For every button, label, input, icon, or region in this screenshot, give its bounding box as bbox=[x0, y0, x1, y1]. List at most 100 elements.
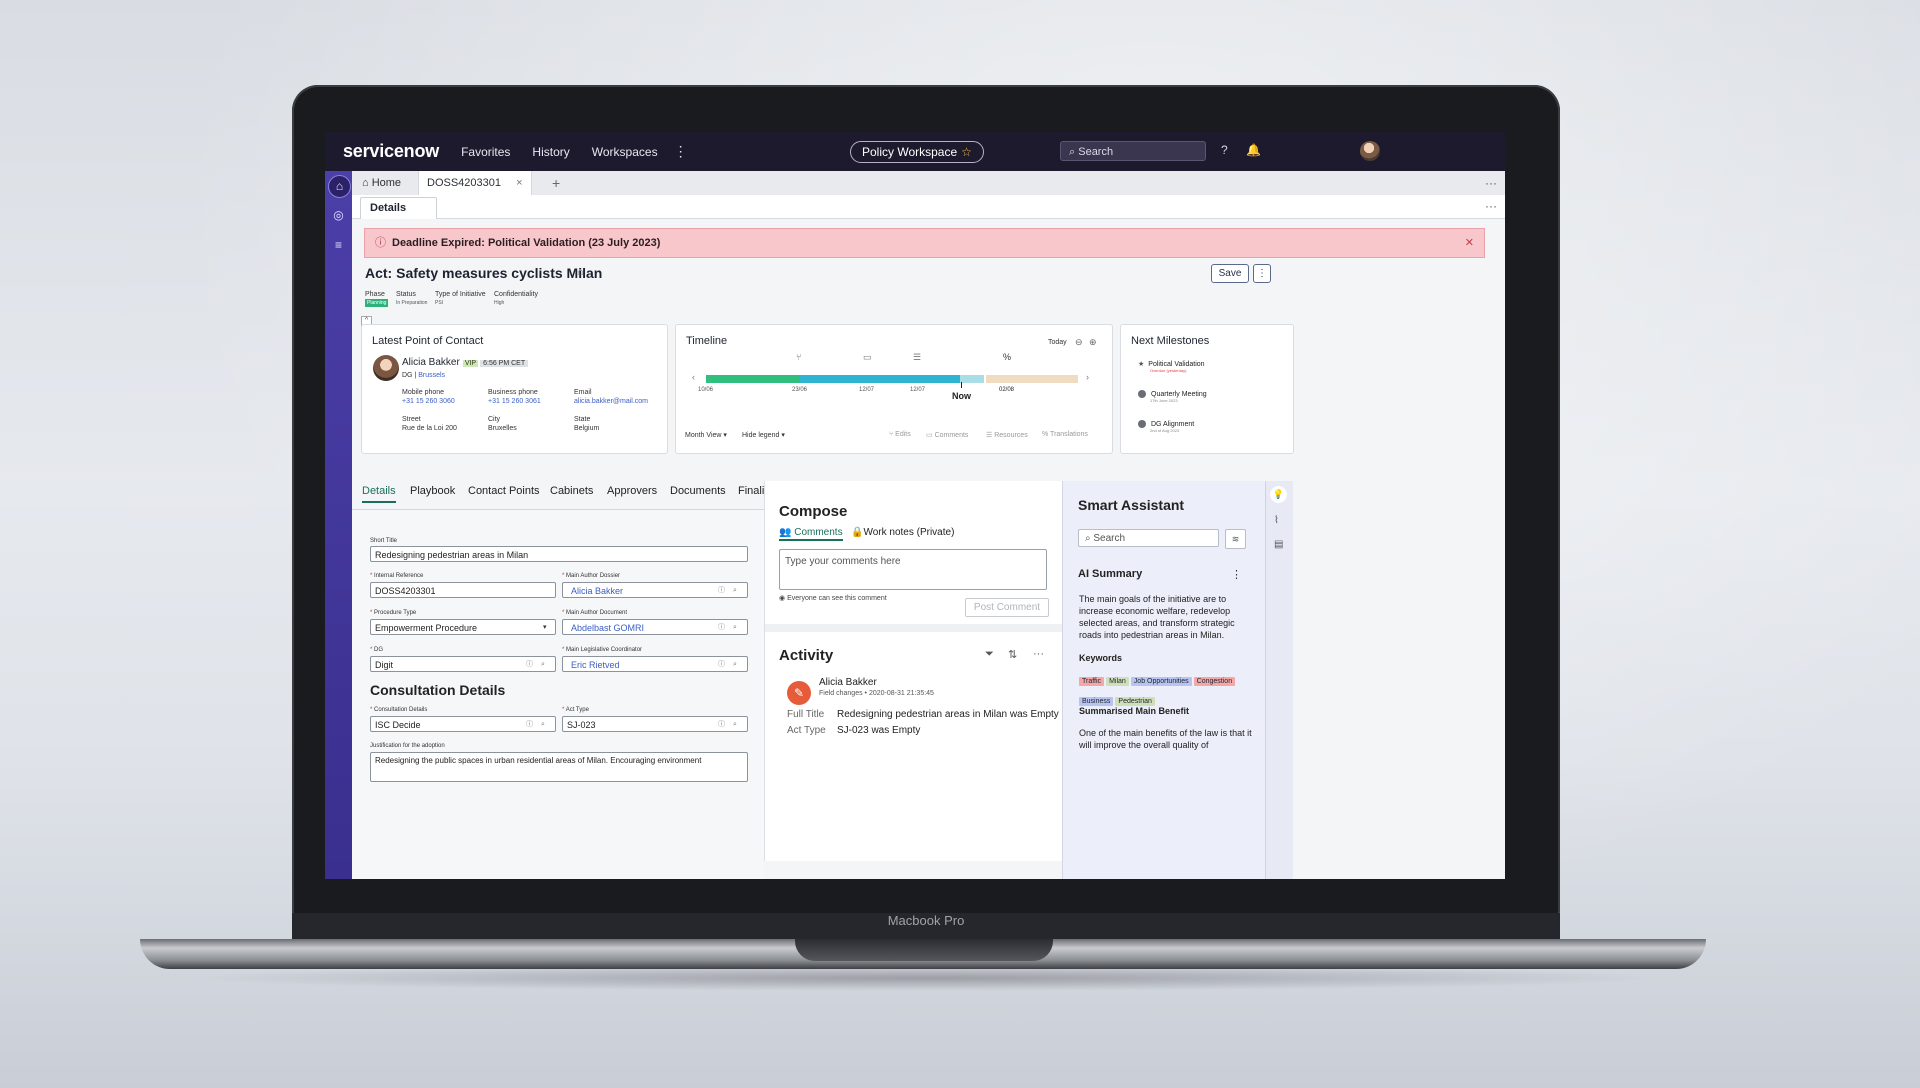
lookup-search-icon[interactable]: ⌕ bbox=[541, 717, 545, 733]
nav-history[interactable]: History bbox=[532, 145, 569, 159]
new-tab-icon[interactable]: + bbox=[552, 171, 560, 195]
tag-icon[interactable]: ⌂ bbox=[577, 266, 584, 278]
sort-icon[interactable]: ⇅ bbox=[1008, 648, 1017, 661]
tab-contact-points[interactable]: Contact Points bbox=[468, 485, 540, 497]
timeline-comment-icon[interactable]: ▭ bbox=[863, 352, 872, 363]
comments-tab[interactable]: 👥 Comments bbox=[779, 527, 843, 541]
tab-cabinets[interactable]: Cabinets bbox=[550, 485, 593, 497]
legend-edits[interactable]: ⑂ Edits bbox=[889, 431, 911, 438]
tab-playbook[interactable]: Playbook bbox=[410, 485, 455, 497]
business-phone-link[interactable]: +31 15 260 3061 bbox=[488, 398, 541, 405]
milestone-item[interactable]: ★ Political Validation Overdue (yesterday… bbox=[1138, 360, 1205, 373]
timeline-doc-icon[interactable]: ☰ bbox=[913, 352, 921, 363]
servicenow-logo[interactable]: servicenow bbox=[343, 141, 439, 162]
lookup-search-icon[interactable]: ⌕ bbox=[733, 583, 737, 599]
milestone-item[interactable]: DG Alignment 2nd of Aug 2023 bbox=[1138, 420, 1194, 433]
list-icon[interactable]: ≡ bbox=[331, 238, 346, 253]
milestone-item[interactable]: Quarterly Meeting 17th June 2023 bbox=[1138, 390, 1207, 403]
filter-icon[interactable]: ⏷ bbox=[985, 648, 994, 661]
contact-name[interactable]: Alicia Bakker bbox=[402, 357, 460, 368]
justification-textarea[interactable]: Redesigning the public spaces in urban r… bbox=[370, 752, 748, 782]
ai-summary-more-icon[interactable]: ⋮ bbox=[1231, 568, 1242, 581]
timeline-next-icon[interactable]: › bbox=[1086, 372, 1089, 382]
lookup-search-icon[interactable]: ⌕ bbox=[733, 620, 737, 636]
lookup-search-icon[interactable]: ⌕ bbox=[733, 657, 737, 673]
close-tab-icon[interactable]: × bbox=[516, 177, 522, 189]
lookup-search-icon[interactable]: ⌕ bbox=[733, 717, 737, 733]
timeline-merge-icon[interactable]: ⑂ bbox=[796, 352, 801, 362]
user-avatar[interactable] bbox=[1360, 141, 1380, 161]
tab-documents[interactable]: Documents bbox=[670, 485, 726, 497]
month-view-dropdown[interactable]: Month View ▾ bbox=[685, 431, 727, 439]
coordinator-input[interactable]: Eric Rietved ⓘ ⌕ bbox=[562, 656, 748, 672]
info-icon[interactable]: ⓘ bbox=[718, 583, 725, 599]
info-icon[interactable]: ⓘ bbox=[718, 657, 725, 673]
hide-legend-dropdown[interactable]: Hide legend ▾ bbox=[742, 431, 785, 439]
timeline-segment-green[interactable] bbox=[706, 375, 800, 383]
act-type-input[interactable]: SJ-023 ⓘ ⌕ bbox=[562, 716, 748, 732]
workspace-pill[interactable]: Policy Workspace ☆ bbox=[850, 141, 984, 163]
legend-translations[interactable]: % Translations bbox=[1042, 431, 1088, 438]
help-icon[interactable]: ? bbox=[1221, 143, 1228, 157]
zoom-in-icon[interactable]: ⊕ bbox=[1089, 337, 1097, 348]
nav-favorites[interactable]: Favorites bbox=[461, 145, 510, 159]
keyword-chip[interactable]: Business bbox=[1079, 697, 1114, 706]
legend-comments[interactable]: ▭ Comments bbox=[926, 431, 968, 439]
nav-workspaces[interactable]: Workspaces bbox=[592, 145, 658, 159]
timeline-segment-blue[interactable] bbox=[800, 375, 960, 383]
info-icon[interactable]: ⓘ bbox=[718, 717, 725, 733]
save-button[interactable]: Save bbox=[1211, 264, 1249, 283]
assistant-search-input[interactable]: ⌕ Search bbox=[1078, 529, 1219, 547]
timeline-prev-icon[interactable]: ‹ bbox=[692, 372, 695, 382]
comment-textarea[interactable]: Type your comments here bbox=[779, 549, 1047, 590]
global-search-input[interactable]: ⌕ Search bbox=[1060, 141, 1206, 161]
record-more-button[interactable]: ⋮ bbox=[1253, 264, 1271, 283]
dashboard-icon[interactable]: ◎ bbox=[331, 208, 346, 223]
info-icon[interactable]: ⓘ bbox=[718, 620, 725, 636]
bell-icon[interactable]: 🔔 bbox=[1246, 143, 1261, 157]
timeline-segment-future[interactable] bbox=[986, 375, 1078, 383]
subtab-details[interactable]: Details bbox=[360, 197, 438, 219]
email-link[interactable]: alicia.bakker@mail.com bbox=[574, 398, 648, 405]
keyword-chip[interactable]: Milan bbox=[1106, 677, 1129, 686]
main-author-document-input[interactable]: Abdelbast GOMRI ⓘ ⌕ bbox=[562, 619, 748, 635]
internal-ref-input[interactable]: DOSS4203301 bbox=[370, 582, 556, 598]
zoom-out-icon[interactable]: ⊖ bbox=[1075, 337, 1083, 348]
document-icon[interactable]: ▤ bbox=[1274, 539, 1283, 550]
subtab-more-icon[interactable]: ··· bbox=[1485, 199, 1497, 213]
procedure-type-select[interactable]: Empowerment Procedure ▾ bbox=[370, 619, 556, 635]
keyword-chip[interactable]: Job Opportunities bbox=[1130, 677, 1192, 686]
main-author-dossier-input[interactable]: Alicia Bakker ⓘ ⌕ bbox=[562, 582, 748, 598]
lightbulb-icon[interactable]: 💡 bbox=[1270, 486, 1287, 503]
lookup-search-icon[interactable]: ⌕ bbox=[541, 657, 545, 673]
timeline-segment-light[interactable] bbox=[960, 375, 984, 383]
tab-details[interactable]: Details bbox=[362, 485, 396, 503]
tab-record[interactable]: DOSS4203301 × bbox=[418, 171, 532, 195]
contact-city-link[interactable]: Brussels bbox=[418, 372, 445, 379]
keyword-chip[interactable]: Traffic bbox=[1079, 677, 1105, 686]
close-alert-icon[interactable]: ✕ bbox=[1465, 229, 1474, 257]
info-icon[interactable]: ⓘ bbox=[526, 657, 533, 673]
work-notes-tab[interactable]: 🔒Work notes (Private) bbox=[851, 527, 954, 538]
tab-home[interactable]: ⌂ Home bbox=[362, 171, 401, 195]
keyword-chip[interactable]: Pedestrian bbox=[1115, 697, 1155, 706]
activity-more-icon[interactable]: ··· bbox=[1033, 648, 1044, 660]
dg-input[interactable]: Digit ⓘ ⌕ bbox=[370, 656, 556, 672]
activity-author[interactable]: Alicia Bakker bbox=[819, 677, 877, 688]
consultation-input[interactable]: ISC Decide ⓘ ⌕ bbox=[370, 716, 556, 732]
keyword-chip[interactable]: Congestion bbox=[1193, 677, 1236, 686]
home-icon[interactable]: ⌂ bbox=[328, 175, 351, 198]
legend-resources[interactable]: ☰ Resources bbox=[986, 431, 1028, 439]
timeline-translate-icon[interactable]: % bbox=[1003, 352, 1011, 362]
info-icon[interactable]: ⓘ bbox=[526, 717, 533, 733]
tabs-more-icon[interactable]: ··· bbox=[1485, 171, 1497, 195]
today-button[interactable]: Today bbox=[1048, 339, 1067, 346]
mobile-phone-link[interactable]: +31 15 260 3060 bbox=[402, 398, 455, 405]
star-icon[interactable]: ☆ bbox=[961, 145, 972, 159]
short-title-input[interactable]: Redesigning pedestrian areas in Milan bbox=[370, 546, 748, 562]
assistant-filter-icon[interactable]: ≋ bbox=[1225, 529, 1246, 549]
tab-approvers[interactable]: Approvers bbox=[607, 485, 657, 497]
attachment-icon[interactable]: ⌇ bbox=[1274, 515, 1279, 526]
nav-more-icon[interactable]: ⋮ bbox=[674, 143, 688, 160]
post-comment-button[interactable]: Post Comment bbox=[965, 598, 1049, 617]
